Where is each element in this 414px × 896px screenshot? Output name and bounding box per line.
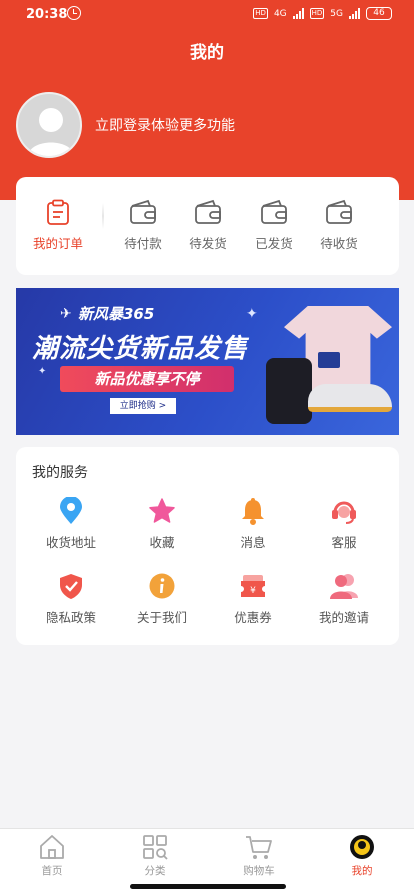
home-icon xyxy=(40,835,64,859)
info-icon xyxy=(149,573,175,599)
service-label: 客服 xyxy=(331,535,357,550)
service-label: 消息 xyxy=(240,535,266,550)
sparkle-icon: ✦ xyxy=(246,306,258,322)
service-privacy[interactable]: 隐私政策 xyxy=(26,572,116,626)
location-pin-icon xyxy=(60,497,82,524)
service-address[interactable]: 收货地址 xyxy=(26,497,116,551)
banner-headline: 潮流尖货新品发售 xyxy=(32,334,249,364)
service-coupons[interactable]: ¥ 优惠券 xyxy=(208,572,298,626)
tab-category[interactable]: 分类 xyxy=(120,833,190,878)
service-favorites[interactable]: 收藏 xyxy=(117,497,207,551)
signal-icon-2 xyxy=(349,8,360,19)
home-indicator xyxy=(130,884,286,889)
shield-icon xyxy=(60,574,82,599)
coupon-icon: ¥ xyxy=(241,575,265,597)
tab-home[interactable]: 首页 xyxy=(17,833,87,878)
service-label: 隐私政策 xyxy=(45,610,96,625)
order-label: 待发货 xyxy=(189,236,227,251)
headset-icon xyxy=(332,501,356,524)
svg-text:¥: ¥ xyxy=(250,586,256,596)
status-time: 20:38 xyxy=(26,7,68,22)
tab-label: 分类 xyxy=(144,865,166,877)
brand-logo-icon: ✈ xyxy=(60,306,72,322)
hd-icon-2: HD xyxy=(309,8,325,19)
avatar[interactable] xyxy=(16,92,82,158)
battery-icon: 46 xyxy=(366,7,392,20)
network-label-1: 4G xyxy=(273,8,287,19)
service-about-us[interactable]: 关于我们 xyxy=(117,572,207,626)
wallet-icon xyxy=(261,199,287,224)
service-label: 优惠券 xyxy=(234,610,272,625)
profile-icon xyxy=(350,835,374,859)
status-indicators: HD 4G HD 5G 46 xyxy=(253,7,392,20)
order-item-shipped[interactable]: 已发货 xyxy=(239,199,309,252)
hd-icon: HD xyxy=(253,8,268,19)
service-label: 收货地址 xyxy=(45,535,96,550)
promo-banner[interactable]: ✈ 新风暴365 潮流尖货新品发售 新品优惠享不停 立即抢购 > ✦ ✦ xyxy=(16,288,399,435)
service-label: 收藏 xyxy=(149,535,175,550)
signal-icon xyxy=(292,8,304,19)
banner-subline: 新品优惠享不停 xyxy=(60,366,234,392)
users-icon xyxy=(330,574,358,599)
alarm-icon xyxy=(67,6,81,20)
order-label: 我的订单 xyxy=(32,236,83,251)
tab-label: 我的 xyxy=(351,865,373,877)
order-label: 待付款 xyxy=(124,236,162,251)
backpack-image xyxy=(266,358,312,424)
order-label: 待收货 xyxy=(320,236,358,251)
banner-buy-button[interactable]: 立即抢购 > xyxy=(110,398,176,414)
fila-logo-image xyxy=(318,352,340,368)
banner-brand: 新风暴365 xyxy=(78,305,155,323)
order-label: 已发货 xyxy=(255,236,293,251)
services-card: 我的服务 收货地址 收藏 消息 客服 隐私政策 关于我们 ¥ 优惠券 我的邀请 xyxy=(16,447,399,645)
page-title: 我的 xyxy=(190,43,224,63)
tab-cart[interactable]: 购物车 xyxy=(224,833,294,878)
tab-label: 首页 xyxy=(41,865,63,877)
clipboard-icon xyxy=(47,199,69,225)
status-bar: 20:38 HD 4G HD 5G 46 xyxy=(0,0,414,30)
service-messages[interactable]: 消息 xyxy=(208,497,298,551)
sparkle-icon: ✦ xyxy=(38,366,47,377)
wallet-icon xyxy=(326,199,352,224)
network-label-2: 5G xyxy=(330,8,343,19)
service-label: 关于我们 xyxy=(136,610,187,625)
wallet-icon xyxy=(130,199,156,224)
services-title: 我的服务 xyxy=(32,465,88,481)
login-prompt[interactable]: 立即登录体验更多功能 xyxy=(95,115,235,135)
service-invitations[interactable]: 我的邀请 xyxy=(299,572,389,626)
order-item-pending-shipment[interactable]: 待发货 xyxy=(173,199,243,252)
order-divider xyxy=(102,203,104,229)
tab-label: 购物车 xyxy=(243,865,275,877)
cart-icon xyxy=(246,836,272,859)
sneaker-image xyxy=(308,384,392,412)
order-card: 我的订单 待付款 待发货 已发货 待收货 xyxy=(16,177,399,275)
wallet-icon xyxy=(195,199,221,224)
tab-profile[interactable]: 我的 xyxy=(327,833,397,878)
star-icon xyxy=(149,498,175,523)
category-icon xyxy=(143,835,168,860)
service-label: 我的邀请 xyxy=(318,610,369,625)
order-item-pending-payment[interactable]: 待付款 xyxy=(108,199,178,252)
order-item-my-orders[interactable]: 我的订单 xyxy=(23,199,93,252)
service-customer-support[interactable]: 客服 xyxy=(299,497,389,551)
order-item-pending-receipt[interactable]: 待收货 xyxy=(304,199,374,252)
bell-icon xyxy=(242,498,264,525)
